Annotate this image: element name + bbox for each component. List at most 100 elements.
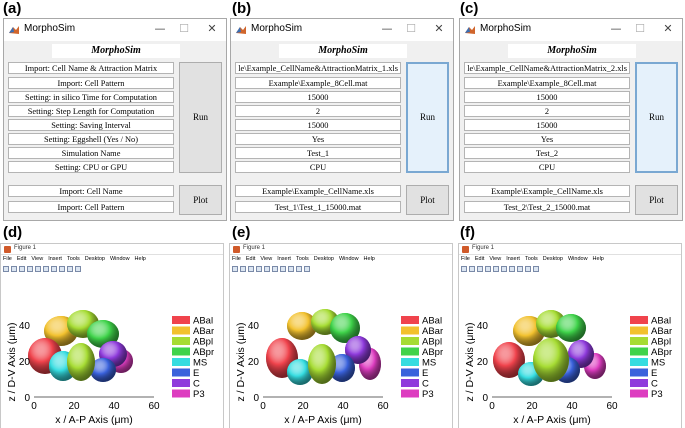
y-tick-label: 0 (482, 393, 488, 404)
open-icon[interactable] (240, 266, 246, 272)
new-icon[interactable] (461, 266, 467, 272)
print-icon[interactable] (27, 266, 33, 272)
dock-icon[interactable] (533, 266, 539, 272)
data-cursor-icon[interactable] (509, 266, 515, 272)
input-saving-interval[interactable]: 15000 (235, 119, 401, 131)
menu-item-tools[interactable]: Tools (525, 256, 538, 262)
input-time[interactable]: 15000 (464, 91, 630, 103)
dock-icon[interactable] (75, 266, 81, 272)
minimize-icon[interactable]: — (608, 21, 624, 37)
menu-item-edit[interactable]: Edit (475, 256, 484, 262)
data-cursor-icon[interactable] (280, 266, 286, 272)
pan-icon[interactable] (272, 266, 278, 272)
input-eggshell[interactable]: Yes (464, 133, 630, 145)
input-cpu-gpu[interactable]: CPU (235, 161, 401, 173)
pan-icon[interactable] (43, 266, 49, 272)
input-attraction-matrix-path[interactable]: le\Example_CellName&AttractionMatrix_1.x… (235, 62, 401, 74)
input-plot-pattern-path[interactable]: Test_1\Test_1_15000.mat (235, 201, 401, 213)
print-icon[interactable] (485, 266, 491, 272)
input-cell-pattern-path[interactable]: Example\Example_8Cell.mat (235, 77, 401, 89)
run-button[interactable]: Run (406, 62, 449, 173)
new-icon[interactable] (232, 266, 238, 272)
close-icon[interactable]: ✕ (431, 21, 447, 37)
data-cursor-icon[interactable] (51, 266, 57, 272)
menu-item-insert[interactable]: Insert (277, 256, 291, 262)
new-icon[interactable] (3, 266, 9, 272)
figure-title: Figure 1 (472, 245, 495, 251)
button-import-cell-name[interactable]: Import: Cell Name (8, 185, 174, 197)
maximize-icon[interactable]: ☐ (176, 21, 192, 37)
print-icon[interactable] (256, 266, 262, 272)
menu-item-window[interactable]: Window (568, 256, 588, 262)
open-icon[interactable] (11, 266, 17, 272)
minimize-icon[interactable]: — (152, 21, 168, 37)
close-icon[interactable]: ✕ (660, 21, 676, 37)
zoom-icon[interactable] (35, 266, 41, 272)
open-icon[interactable] (469, 266, 475, 272)
run-button[interactable]: Run (635, 62, 678, 173)
menu-item-file[interactable]: File (461, 256, 470, 262)
menu-item-desktop[interactable]: Desktop (543, 256, 563, 262)
plot-button[interactable]: Plot (635, 185, 678, 215)
zoom-icon[interactable] (264, 266, 270, 272)
save-icon[interactable] (248, 266, 254, 272)
menu-item-insert[interactable]: Insert (506, 256, 520, 262)
legend-label-abpr: ABpr (422, 347, 443, 358)
save-icon[interactable] (477, 266, 483, 272)
menu-item-edit[interactable]: Edit (17, 256, 26, 262)
input-step-length[interactable]: 2 (235, 105, 401, 117)
menu-item-window[interactable]: Window (339, 256, 359, 262)
button-import-attraction-matrix[interactable]: Import: Cell Name & Attraction Matrix (8, 62, 174, 74)
input-cell-pattern-path[interactable]: Example\Example_8Cell.mat (464, 77, 630, 89)
menu-item-file[interactable]: File (232, 256, 241, 262)
input-cell-name-path[interactable]: Example\Example_CellName.xls (464, 185, 630, 197)
input-time[interactable]: 15000 (235, 91, 401, 103)
legend-icon[interactable] (59, 266, 65, 272)
menu-item-view[interactable]: View (31, 256, 43, 262)
input-simulation-name[interactable]: Test_1 (235, 147, 401, 159)
run-button[interactable]: Run (179, 62, 222, 173)
menu-item-desktop[interactable]: Desktop (314, 256, 334, 262)
menu-item-tools[interactable]: Tools (296, 256, 309, 262)
menu-item-help[interactable]: Help (593, 256, 604, 262)
input-step-length[interactable]: 2 (464, 105, 630, 117)
input-cpu-gpu[interactable]: CPU (464, 161, 630, 173)
menu-item-file[interactable]: File (3, 256, 12, 262)
save-icon[interactable] (19, 266, 25, 272)
menu-item-tools[interactable]: Tools (67, 256, 80, 262)
input-simulation-name[interactable]: Test_2 (464, 147, 630, 159)
input-saving-interval[interactable]: 15000 (464, 119, 630, 131)
maximize-icon[interactable]: ☐ (403, 21, 419, 37)
button-import-cell-pattern[interactable]: Import: Cell Pattern (8, 77, 174, 89)
menu-item-insert[interactable]: Insert (48, 256, 62, 262)
menu-item-window[interactable]: Window (110, 256, 130, 262)
legend-icon[interactable] (517, 266, 523, 272)
menu-item-desktop[interactable]: Desktop (85, 256, 105, 262)
matlab-app-icon (465, 26, 475, 34)
menu-item-edit[interactable]: Edit (246, 256, 255, 262)
plot-button[interactable]: Plot (179, 185, 222, 215)
pan-icon[interactable] (501, 266, 507, 272)
pointer-icon[interactable] (296, 266, 302, 272)
input-cell-name-path[interactable]: Example\Example_CellName.xls (235, 185, 401, 197)
menu-item-view[interactable]: View (260, 256, 272, 262)
input-eggshell[interactable]: Yes (235, 133, 401, 145)
input-attraction-matrix-path[interactable]: le\Example_CellName&AttractionMatrix_2.x… (464, 62, 630, 74)
pointer-icon[interactable] (67, 266, 73, 272)
close-icon[interactable]: ✕ (204, 21, 220, 37)
maximize-icon[interactable]: ☐ (632, 21, 648, 37)
zoom-icon[interactable] (493, 266, 499, 272)
minimize-icon[interactable]: — (379, 21, 395, 37)
input-plot-pattern-path[interactable]: Test_2\Test_2_15000.mat (464, 201, 630, 213)
menu-item-help[interactable]: Help (364, 256, 375, 262)
legend-label-ms: MS (422, 358, 436, 369)
pointer-icon[interactable] (525, 266, 531, 272)
plot-button[interactable]: Plot (406, 185, 449, 215)
legend-icon[interactable] (288, 266, 294, 272)
menu-item-help[interactable]: Help (135, 256, 146, 262)
menu-item-view[interactable]: View (489, 256, 501, 262)
button-import-cell-pattern-plot[interactable]: Import: Cell Pattern (8, 201, 174, 213)
legend-swatch-p3 (172, 389, 190, 398)
figure-window-e: Figure 1 File Edit View Insert Tools Desktop Wi… (229, 243, 453, 428)
dock-icon[interactable] (304, 266, 310, 272)
